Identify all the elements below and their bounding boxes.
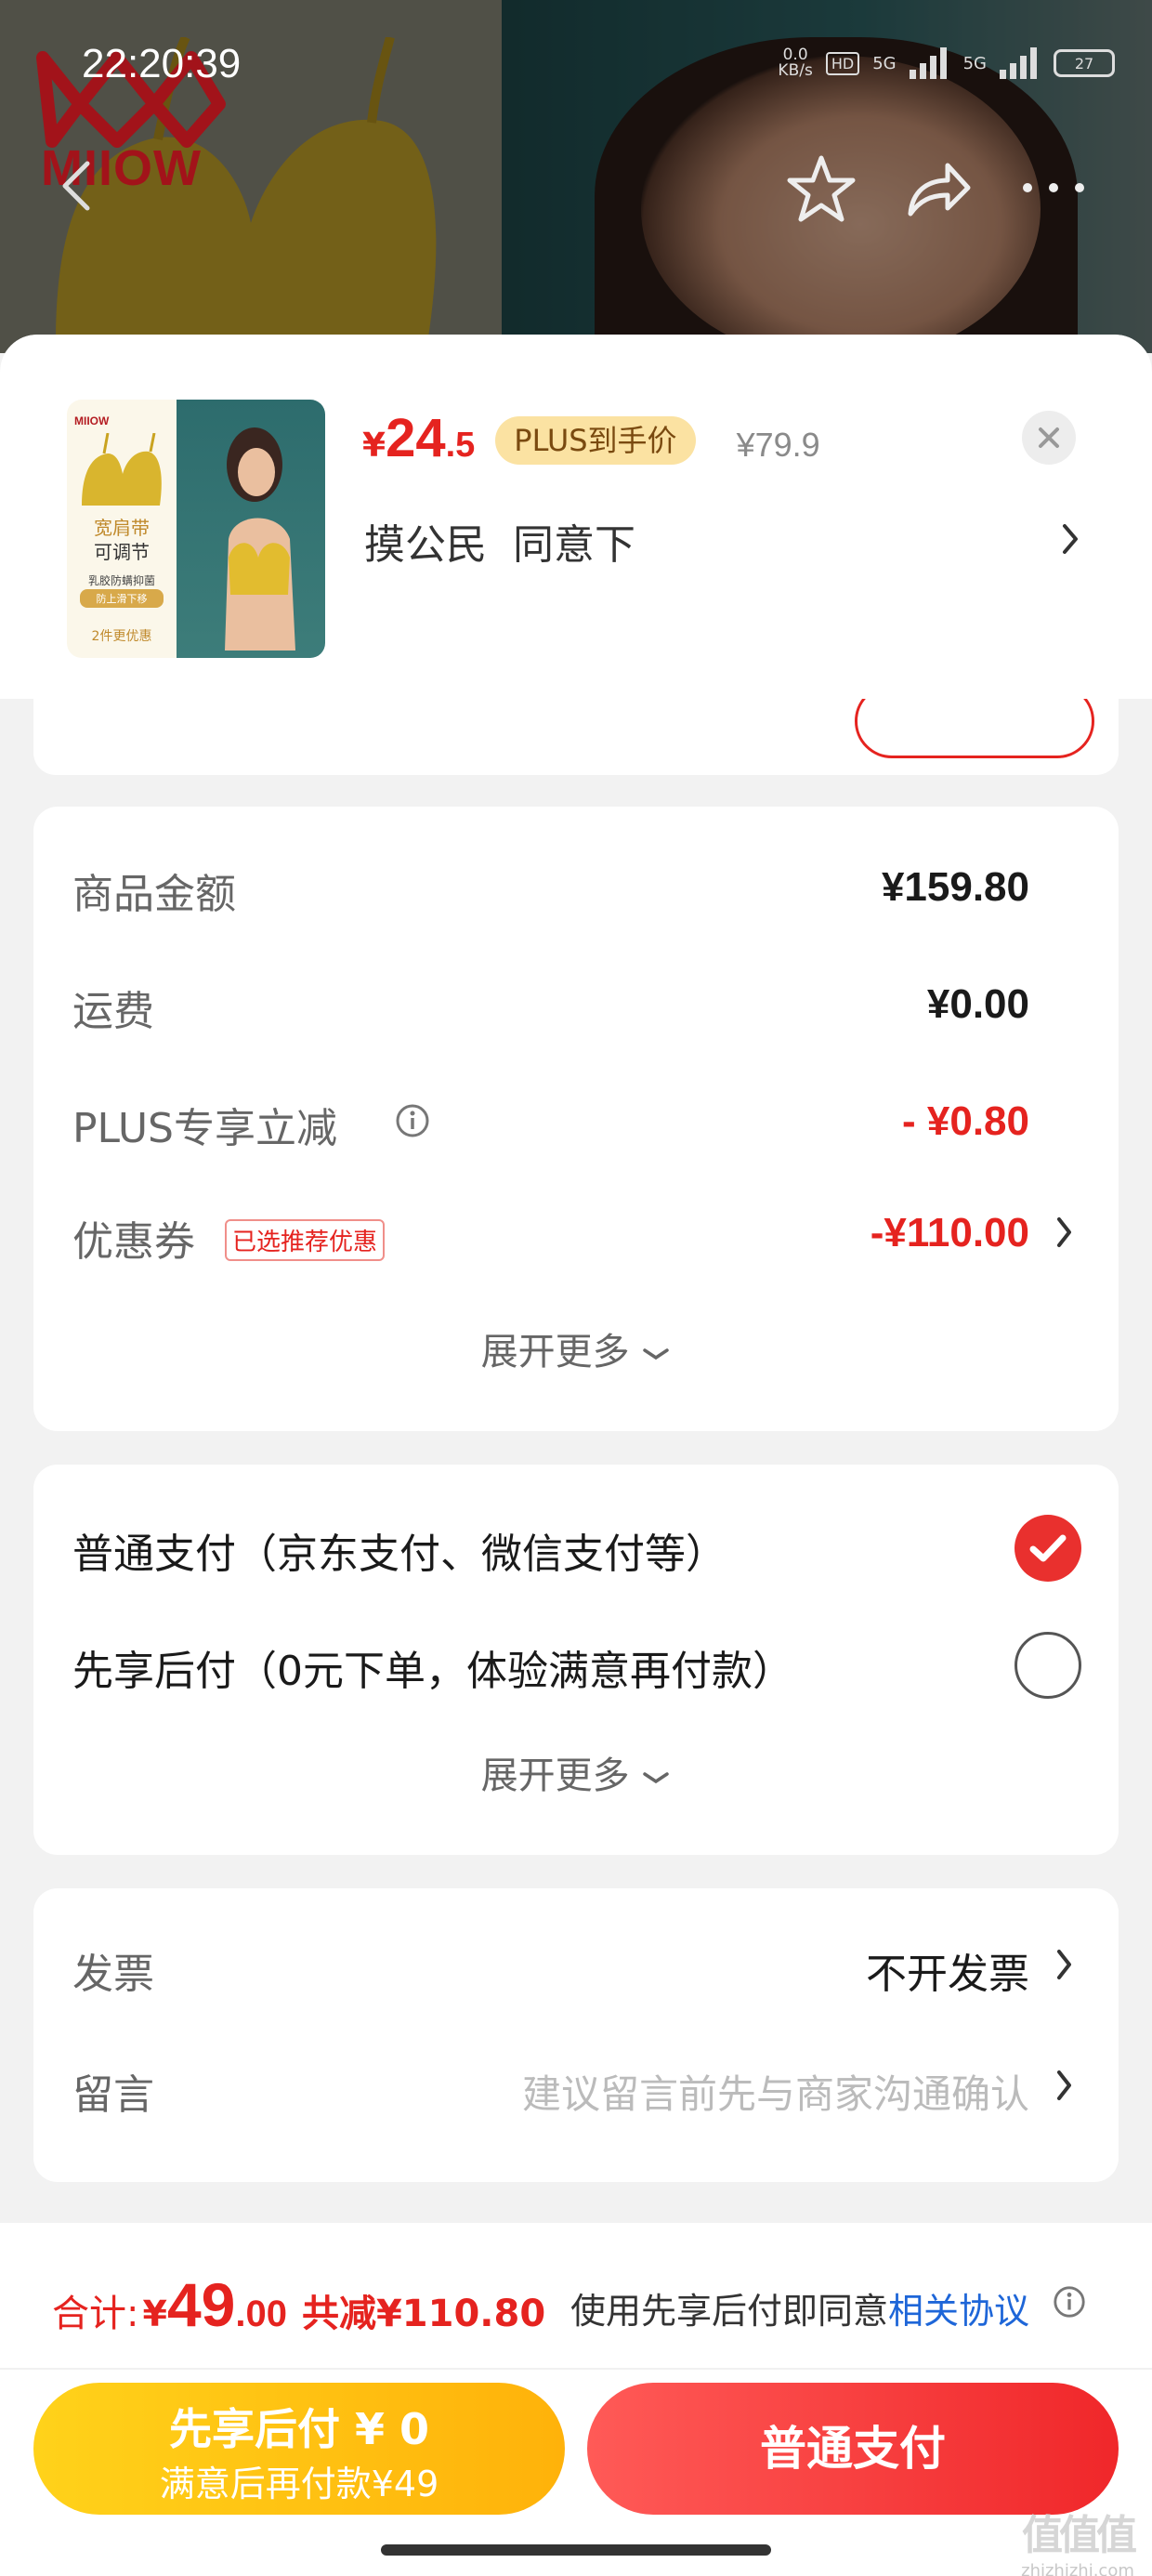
expand-more-payment[interactable]: 展开更多 (33, 1745, 1119, 1799)
price-row: ¥ 24 .5 PLUS到手价 ¥79.9 (362, 407, 820, 468)
plus-discount-label: PLUS专享立减 (72, 1105, 337, 1152)
signal-icon-2 (1000, 47, 1041, 79)
message-row[interactable]: 留言 建议留言前先与商家沟通确认 (33, 2057, 1119, 2123)
total-row: 合计: ¥ 49 .00 共减¥110.80 (52, 2269, 545, 2340)
network-label-2: 5G (962, 53, 987, 73)
radio-unchecked-icon[interactable] (1015, 1632, 1081, 1699)
home-indicator[interactable] (381, 2544, 771, 2556)
chevron-right-icon (1057, 1950, 1071, 1979)
price-integer: 24 (386, 408, 446, 468)
total-currency: ¥ (142, 2293, 167, 2334)
pay-later-title: 先享后付 ¥ 0 (168, 2404, 430, 2454)
watermark: 值值值 zhizhizhi.com (1021, 2512, 1137, 2576)
background-product-page: MIIOW 22:20:39 0.0 KB/s HD 5G 5G 27 (0, 0, 1152, 353)
coupon-row[interactable]: 优惠券 已选推荐优惠 -¥110.00 (33, 1208, 1119, 1266)
signal-icon (909, 47, 950, 79)
status-time: 22:20:39 (82, 41, 242, 86)
info-icon[interactable] (1052, 2284, 1087, 2320)
shipping-value: ¥0.00 (926, 981, 1029, 1027)
plus-discount-value: - ¥0.80 (902, 1098, 1029, 1144)
chevron-right-icon (1057, 1217, 1071, 1247)
invoice-value: 不开发票 (866, 1951, 1029, 1998)
total-integer: 49 (166, 2270, 236, 2339)
payment-option-normal[interactable]: 普通支付（京东支付、微信支付等） (33, 1511, 1119, 1585)
product-thumbnail[interactable]: MIIOW 宽肩带 可调节 乳胶防螨抑菌 防上滑下移 2件更优惠 (67, 400, 325, 658)
thumbnail-tag-4: 防上滑下移 (80, 589, 164, 608)
goods-amount-value: ¥159.80 (881, 864, 1029, 910)
price-currency: ¥ (362, 427, 386, 465)
payment-option-later-label: 先享后付（0元下单，体验满意再付款） (72, 1648, 793, 1695)
net-speed: 0.0 KB/s (778, 46, 813, 80)
chevron-right-icon[interactable] (1059, 520, 1081, 558)
payment-option-normal-label: 普通支付（京东支付、微信支付等） (72, 1531, 727, 1578)
status-icons: 0.0 KB/s HD 5G 5G 27 (778, 45, 1115, 82)
checkout-footer: 合计: ¥ 49 .00 共减¥110.80 使用先享后付即同意相关协议 先享后… (0, 2223, 1152, 2576)
footer-divider (0, 2368, 1152, 2370)
chevron-right-icon (1057, 2070, 1071, 2100)
original-price: ¥79.9 (736, 426, 820, 464)
thumbnail-tag-1: 宽肩带 (94, 517, 150, 539)
radio-checked-icon[interactable] (1015, 1515, 1081, 1582)
pay-later-button[interactable]: 先享后付 ¥ 0 满意后再付款¥49 (33, 2383, 565, 2515)
agreement-link[interactable]: 相关协议 (888, 2291, 1029, 2332)
battery-icon: 27 (1054, 49, 1115, 77)
normal-pay-button[interactable]: 普通支付 (587, 2383, 1119, 2515)
thumbnail-model-image (225, 427, 295, 651)
total-label: 合计: (52, 2293, 139, 2335)
thumbnail-logo: MIIOW (74, 414, 110, 427)
checkmark-icon (1029, 1534, 1067, 1562)
extras-card: 发票 不开发票 留言 建议留言前先与商家沟通确认 (33, 1888, 1119, 2182)
invoice-row[interactable]: 发票 不开发票 (33, 1937, 1119, 2002)
hd-icon: HD (825, 51, 860, 75)
message-input[interactable]: 建议留言前先与商家沟通确认 (522, 2063, 1029, 2120)
close-button[interactable] (1022, 411, 1076, 465)
close-icon (1039, 427, 1059, 448)
coupon-recommended-tag: 已选推荐优惠 (225, 1219, 386, 1261)
thumbnail-tag-3: 乳胶防螨抑菌 (87, 574, 155, 587)
thumbnail-bra-image (82, 433, 162, 506)
goods-amount-label: 商品金额 (72, 871, 236, 918)
pay-later-subtitle: 满意后再付款¥49 (159, 2464, 439, 2504)
favorite-star-icon[interactable] (784, 152, 858, 227)
plus-price-badge: PLUS到手价 (495, 416, 696, 465)
message-label: 留言 (72, 2071, 154, 2119)
info-icon[interactable] (394, 1102, 431, 1139)
total-savings: 共减¥110.80 (301, 2293, 546, 2335)
invoice-label: 发票 (72, 1951, 154, 1998)
agreement-text: 使用先享后付即同意相关协议 (570, 2291, 1030, 2332)
thumbnail-tag-2: 可调节 (94, 541, 150, 563)
back-arrow-icon[interactable] (54, 158, 100, 214)
price-decimal: .5 (445, 426, 476, 465)
network-label-1: 5G (872, 53, 897, 73)
more-dots-icon[interactable] (1020, 177, 1087, 199)
total-decimal: .00 (235, 2293, 287, 2334)
expand-more-summary[interactable]: 展开更多 (33, 1321, 1119, 1375)
coupon-label: 优惠券 (72, 1218, 195, 1266)
shipping-label: 运费 (72, 988, 154, 1035)
payment-method-card: 普通支付（京东支付、微信支付等） 先享后付（0元下单，体验满意再付款） 展开更多 (33, 1465, 1119, 1855)
share-icon[interactable] (903, 154, 974, 225)
selected-spec[interactable]: 摸公民 同意下 (364, 511, 635, 571)
status-bar: 22:20:39 0.0 KB/s HD 5G 5G 27 (0, 37, 1152, 93)
chevron-down-icon (643, 1772, 670, 1784)
payment-option-later[interactable]: 先享后付（0元下单，体验满意再付款） (33, 1628, 1119, 1702)
price-summary-card: 商品金额 ¥159.80 运费 ¥0.00 PLUS专享立减 - ¥0.80 优… (33, 807, 1119, 1431)
thumbnail-tag-5: 2件更优惠 (91, 629, 152, 644)
chevron-down-icon (643, 1348, 670, 1360)
product-header: MIIOW 宽肩带 可调节 乳胶防螨抑菌 防上滑下移 2件更优惠 ¥ 24 .5… (0, 335, 1152, 699)
coupon-value: -¥110.00 (870, 1210, 1029, 1255)
